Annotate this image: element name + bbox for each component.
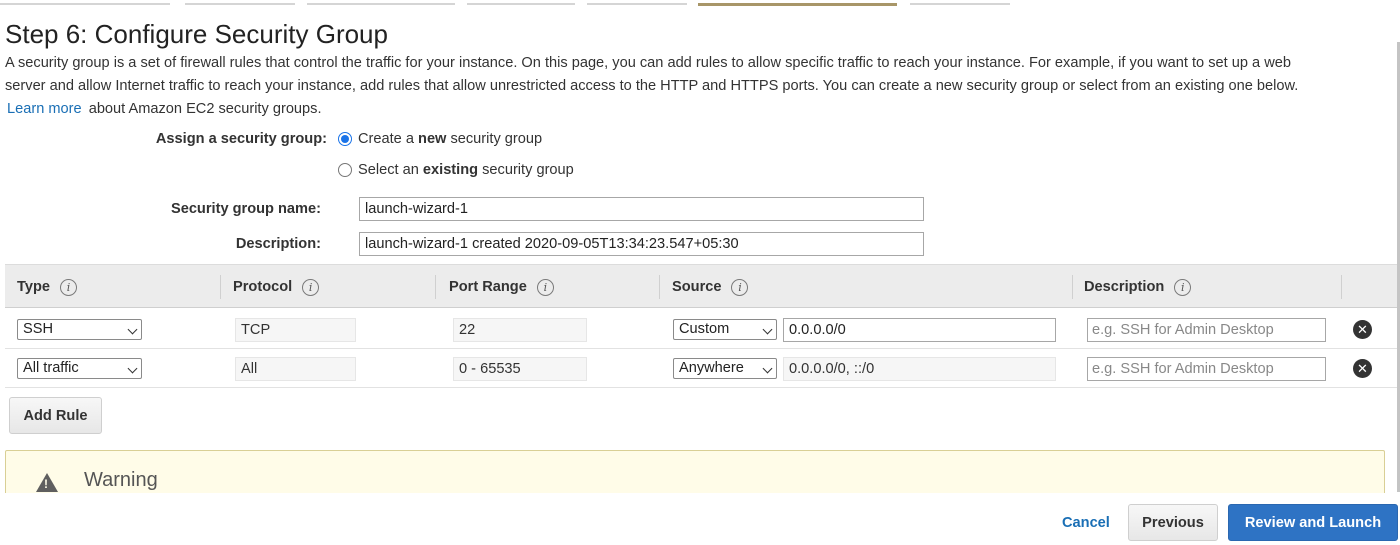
learn-more-link[interactable]: Learn more (7, 101, 82, 117)
column-divider[interactable] (435, 275, 436, 299)
column-divider[interactable] (1072, 275, 1073, 299)
intro-line-3: Learn more about Amazon EC2 security gro… (5, 98, 1390, 121)
table-row: All traffic All 0 - 65535 Anywhere 0.0.0… (5, 349, 1397, 388)
remove-rule-close-icon[interactable]: ✕ (1353, 359, 1372, 378)
col-head-protocol: Protocol i (233, 265, 320, 309)
chevron-down-icon (127, 324, 138, 335)
info-icon[interactable]: i (302, 278, 320, 296)
rule-source-select[interactable]: Custom (673, 319, 777, 340)
rule-type-value: All traffic (23, 360, 79, 376)
rule-type-select[interactable]: All traffic (17, 358, 142, 379)
radio-new-suffix: security group (446, 131, 543, 147)
review-and-launch-button[interactable]: Review and Launch (1228, 504, 1398, 541)
wizard-step-5[interactable] (587, 3, 687, 5)
security-group-name-input[interactable]: launch-wizard-1 (359, 197, 924, 221)
wizard-step-4[interactable] (467, 3, 575, 5)
wizard-step-7[interactable] (910, 3, 1010, 5)
assign-security-group-label: Assign a security group: (155, 131, 327, 147)
warning-title: Warning (84, 469, 158, 491)
chevron-down-icon (127, 363, 138, 374)
rule-source-cidr-input[interactable]: 0.0.0.0/0 (783, 318, 1056, 342)
info-icon[interactable]: i (536, 278, 554, 296)
col-head-port-range: Port Range i (449, 265, 554, 309)
rule-source-mode-value: Custom (679, 321, 730, 337)
col-source-label: Source (672, 279, 722, 295)
previous-button[interactable]: Previous (1128, 504, 1218, 541)
radio-existing-bold: existing (422, 162, 479, 178)
warning-triangle-icon: ! (36, 473, 58, 492)
description-label: Description: (235, 236, 321, 252)
rule-source-select[interactable]: Anywhere (673, 358, 777, 379)
add-rule-button[interactable]: Add Rule (9, 397, 102, 434)
radio-existing-suffix: security group (478, 162, 574, 178)
rule-protocol-field: All (235, 357, 356, 381)
wizard-step-3[interactable] (307, 3, 455, 5)
column-divider[interactable] (659, 275, 660, 299)
rule-port-range-field: 0 - 65535 (453, 357, 587, 381)
col-head-type: Type i (17, 265, 77, 309)
col-type-label: Type (17, 279, 50, 295)
wizard-step-2[interactable] (185, 3, 295, 5)
chevron-down-icon (762, 363, 773, 374)
info-icon[interactable]: i (731, 278, 749, 296)
radio-create-new-label: Create a new security group (358, 131, 542, 147)
wizard-step-1[interactable] (0, 3, 170, 5)
radio-new-bold: new (418, 131, 447, 147)
col-head-description: Description i (1084, 265, 1192, 309)
col-head-source: Source i (672, 265, 749, 309)
radio-select-existing-label: Select an existing security group (358, 162, 574, 178)
radio-create-new-group[interactable]: Create a new security group (338, 131, 542, 147)
col-description-label: Description (1084, 279, 1165, 295)
rule-type-value: SSH (23, 321, 54, 337)
rule-type-select[interactable]: SSH (17, 319, 142, 340)
wizard-progress-tabs (0, 0, 1400, 8)
rule-description-input[interactable]: e.g. SSH for Admin Desktop (1087, 357, 1326, 381)
intro-line-2: server and allow Internet traffic to rea… (5, 78, 1299, 94)
rule-port-range-field: 22 (453, 318, 587, 342)
rule-protocol-field: TCP (235, 318, 356, 342)
radio-select-existing-indicator[interactable] (338, 163, 352, 177)
table-row: SSH TCP 22 Custom 0.0.0.0/0 e.g. SSH for… (5, 310, 1397, 349)
info-icon[interactable]: i (1174, 278, 1192, 296)
col-protocol-label: Protocol (233, 279, 293, 295)
radio-existing-prefix: Select an (358, 162, 423, 178)
radio-create-new-indicator[interactable] (338, 132, 352, 146)
radio-select-existing-group[interactable]: Select an existing security group (338, 162, 574, 178)
wizard-step-6-active[interactable] (698, 3, 897, 6)
security-group-name-label: Security group name: (170, 201, 321, 217)
security-group-description-input[interactable]: launch-wizard-1 created 2020-09-05T13:34… (359, 232, 924, 256)
footer-actions: Cancel Previous Review and Launch (0, 493, 1400, 545)
cancel-link[interactable]: Cancel (1062, 515, 1110, 531)
info-icon[interactable]: i (59, 278, 77, 296)
column-divider[interactable] (1341, 275, 1342, 299)
rules-table-header: Type i Protocol i Port Range i Source i Desc… (5, 264, 1397, 308)
rule-source-mode-value: Anywhere (679, 360, 744, 376)
chevron-down-icon (762, 324, 773, 335)
rule-description-input[interactable]: e.g. SSH for Admin Desktop (1087, 318, 1326, 342)
intro-line-1: A security group is a set of firewall ru… (5, 55, 1291, 71)
page-title: Step 6: Configure Security Group (5, 19, 388, 49)
intro-text: A security group is a set of firewall ru… (5, 52, 1390, 121)
remove-rule-close-icon[interactable]: ✕ (1353, 320, 1372, 339)
rule-source-cidr-field: 0.0.0.0/0, ::/0 (783, 357, 1056, 381)
column-divider[interactable] (220, 275, 221, 299)
col-port-range-label: Port Range (449, 279, 527, 295)
radio-new-prefix: Create a (358, 131, 419, 147)
warning-exclamation: ! (44, 477, 48, 491)
learn-more-suffix: about Amazon EC2 security groups. (88, 101, 322, 117)
